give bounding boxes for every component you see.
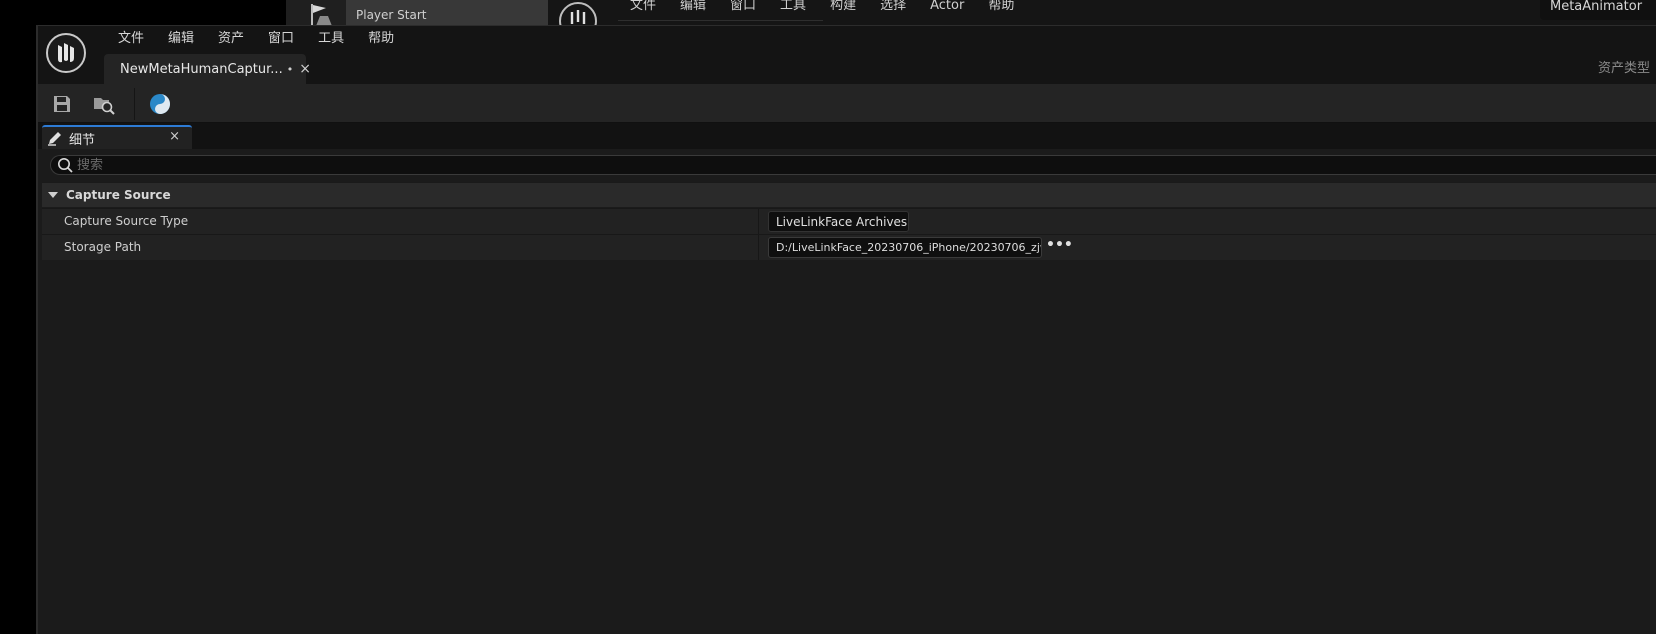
column-splitter[interactable] <box>758 209 759 234</box>
unsaved-indicator: • <box>286 62 294 76</box>
document-tab[interactable]: NewMetaHumanCaptur... • × <box>104 54 311 84</box>
title-bar: 文件 编辑 资产 窗口 工具 帮助 NewMetaHumanCaptur... … <box>38 26 1656 84</box>
details-tab-bar: 细节 × <box>38 123 1656 149</box>
details-panel: Capture Source Capture Source Type LiveL… <box>40 149 1656 634</box>
chevron-down-icon[interactable] <box>47 189 59 201</box>
capture-source-type-dropdown[interactable]: LiveLinkFace Archives <box>768 211 909 232</box>
close-details-tab-button[interactable]: × <box>169 129 180 144</box>
menu-file[interactable]: 文件 <box>106 28 156 50</box>
category-capture-source[interactable]: Capture Source <box>42 182 1656 207</box>
source-control-button[interactable] <box>148 92 172 116</box>
menu-edit[interactable]: 编辑 <box>156 28 206 50</box>
property-label-storage-path: Storage Path <box>64 240 142 254</box>
save-button[interactable] <box>50 92 74 116</box>
details-tab-label: 细节 <box>69 132 96 148</box>
property-row-capture-source-type: Capture Source Type LiveLinkFace Archive… <box>42 208 1656 234</box>
details-tab[interactable]: 细节 × <box>42 125 192 149</box>
document-tab-label: NewMetaHumanCaptur... <box>120 61 283 77</box>
unreal-logo-icon <box>559 2 597 26</box>
menu-asset[interactable]: 资产 <box>206 28 256 50</box>
source-control-icon <box>150 94 170 114</box>
bg-menu-edit[interactable]: 编辑 <box>668 0 718 14</box>
menu-bar: 文件 编辑 资产 窗口 工具 帮助 <box>106 28 406 50</box>
capture-source-type-value: LiveLinkFace Archives <box>776 214 908 229</box>
search-input[interactable] <box>77 156 1577 174</box>
bg-menu-tools[interactable]: 工具 <box>768 0 818 14</box>
property-label-capture-source-type: Capture Source Type <box>64 214 189 228</box>
player-start-label[interactable]: Player Start <box>346 0 548 26</box>
save-icon <box>54 96 70 112</box>
menu-tools[interactable]: 工具 <box>306 28 356 50</box>
bg-menu-select[interactable]: 选择 <box>868 0 918 14</box>
search-box <box>50 155 1656 175</box>
category-label: Capture Source <box>66 188 171 202</box>
column-splitter[interactable] <box>758 235 759 260</box>
project-name-label: MetaAnimator <box>1540 0 1656 20</box>
asset-editor-window: 文件 编辑 资产 窗口 工具 帮助 NewMetaHumanCaptur... … <box>36 25 1656 634</box>
player-start-flag-icon <box>311 4 332 26</box>
menu-help[interactable]: 帮助 <box>356 28 406 50</box>
asset-type-label: 资产类型 <box>1597 61 1650 76</box>
unreal-logo-icon[interactable] <box>45 32 87 74</box>
bg-menu-window[interactable]: 窗口 <box>718 0 768 14</box>
browse-to-asset-button[interactable] <box>92 92 116 116</box>
browse-path-button[interactable]: ••• <box>1046 238 1073 256</box>
search-icon <box>58 158 73 173</box>
background-editor-window: Player Start 文件 编辑 窗口 工具 构建 选择 Actor 帮助 … <box>286 0 1656 26</box>
bg-menu-build[interactable]: 构建 <box>818 0 868 14</box>
property-row-storage-path: Storage Path ••• <box>42 234 1656 260</box>
menu-window[interactable]: 窗口 <box>256 28 306 50</box>
bg-menu-help[interactable]: 帮助 <box>976 0 1026 14</box>
storage-path-field[interactable] <box>768 237 1042 258</box>
close-tab-button[interactable]: × <box>299 61 311 77</box>
background-menu-bar: 文件 编辑 窗口 工具 构建 选择 Actor 帮助 <box>618 0 1026 14</box>
toolbar <box>38 84 1656 123</box>
browse-asset-icon <box>94 98 115 115</box>
pencil-icon <box>48 132 61 146</box>
toolbar-divider <box>134 88 135 120</box>
bg-divider <box>618 20 823 21</box>
bg-menu-actor[interactable]: Actor <box>918 0 976 14</box>
bg-menu-file[interactable]: 文件 <box>618 0 668 14</box>
place-actor-item[interactable]: Player Start <box>286 0 548 26</box>
